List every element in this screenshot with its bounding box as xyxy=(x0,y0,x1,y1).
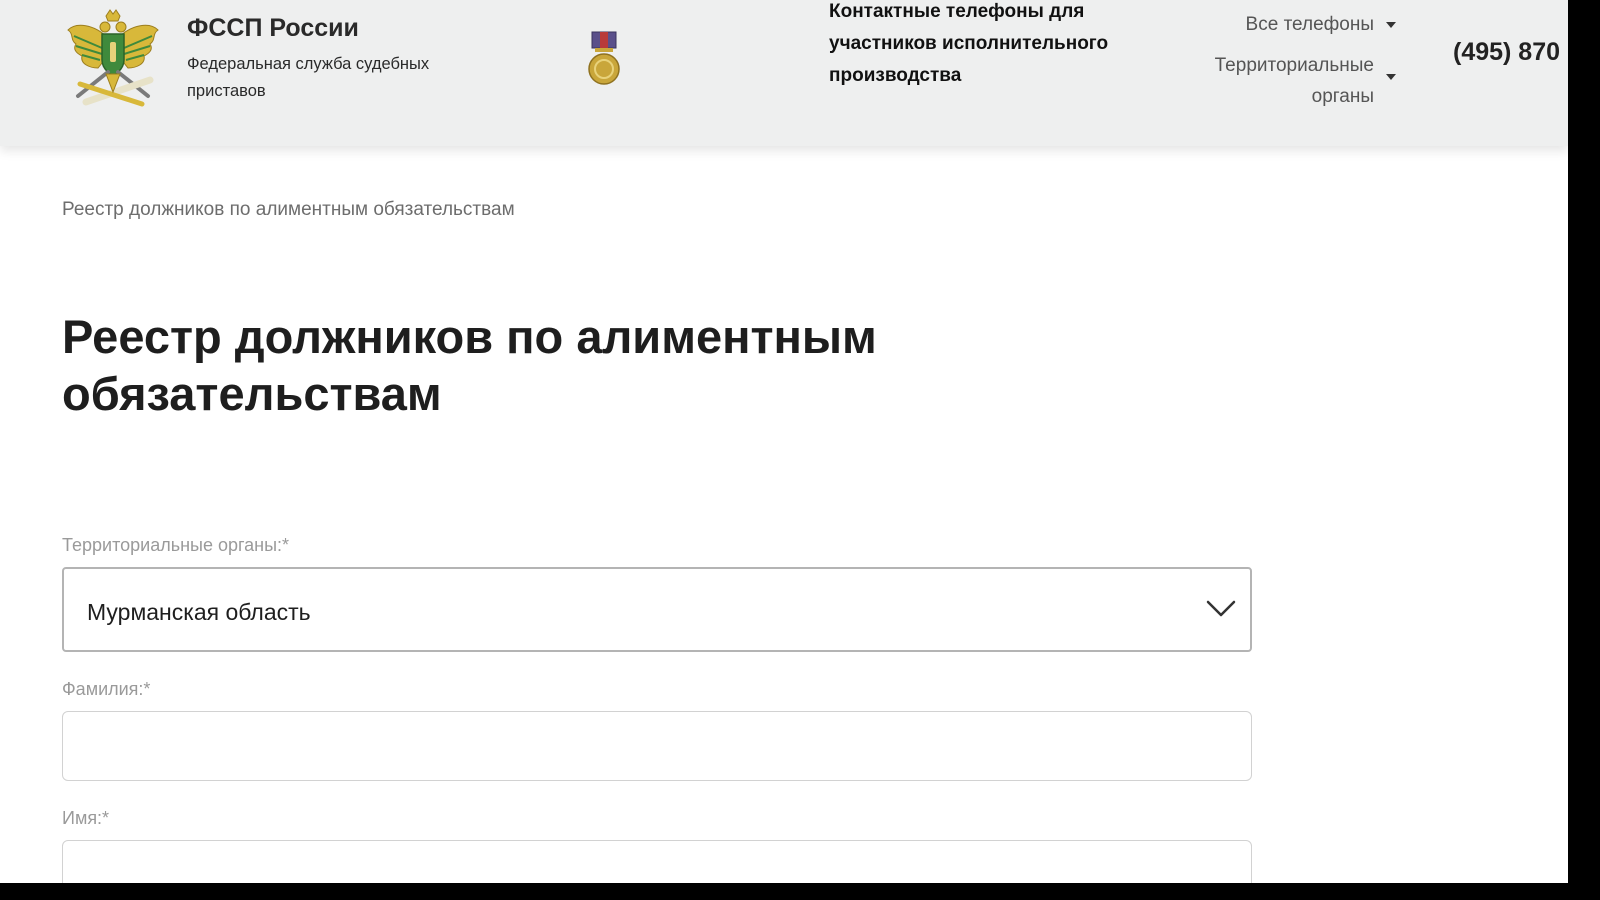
breadcrumb[interactable]: Реестр должников по алиментным обязатель… xyxy=(62,199,515,221)
all-phones-label: Все телефоны xyxy=(1245,14,1374,35)
medal-icon xyxy=(588,31,620,85)
chevron-down-icon xyxy=(1206,600,1236,617)
fssp-emblem-icon[interactable] xyxy=(64,8,162,110)
caret-down-icon xyxy=(1386,74,1396,80)
territorial-field-label: Территориальные органы:* xyxy=(62,535,290,555)
brand-title[interactable]: ФССП России xyxy=(187,14,359,43)
hotline-phone[interactable]: (495) 870 xyxy=(1453,38,1560,67)
surname-field-label: Фамилия:* xyxy=(62,679,151,699)
territorial-select[interactable]: Мурманская область xyxy=(62,567,1252,652)
contacts-title[interactable]: Контактные телефоны для участников испол… xyxy=(829,0,1109,92)
caret-down-icon xyxy=(1386,22,1396,28)
name-field-label: Имя:* xyxy=(62,808,110,828)
all-phones-dropdown[interactable]: Все телефоны xyxy=(1174,12,1396,38)
brand-subtitle: Федеральная служба судебных приставов xyxy=(187,55,430,100)
territorial-dropdown[interactable]: Территориальные органы xyxy=(1174,50,1396,112)
page-title: Реестр должников по алиментным обязатель… xyxy=(62,310,877,420)
screen: ФССП России Федеральная служба судебных … xyxy=(0,0,1568,883)
surname-input[interactable] xyxy=(62,711,1252,781)
name-input[interactable] xyxy=(62,840,1252,883)
territorial-select-value: Мурманская область xyxy=(87,599,311,625)
phones-menu: Все телефоны Территориальные органы xyxy=(1174,12,1396,112)
site-header: ФССП России Федеральная служба судебных … xyxy=(0,0,1568,146)
territorial-label: Территориальные органы xyxy=(1214,55,1374,107)
